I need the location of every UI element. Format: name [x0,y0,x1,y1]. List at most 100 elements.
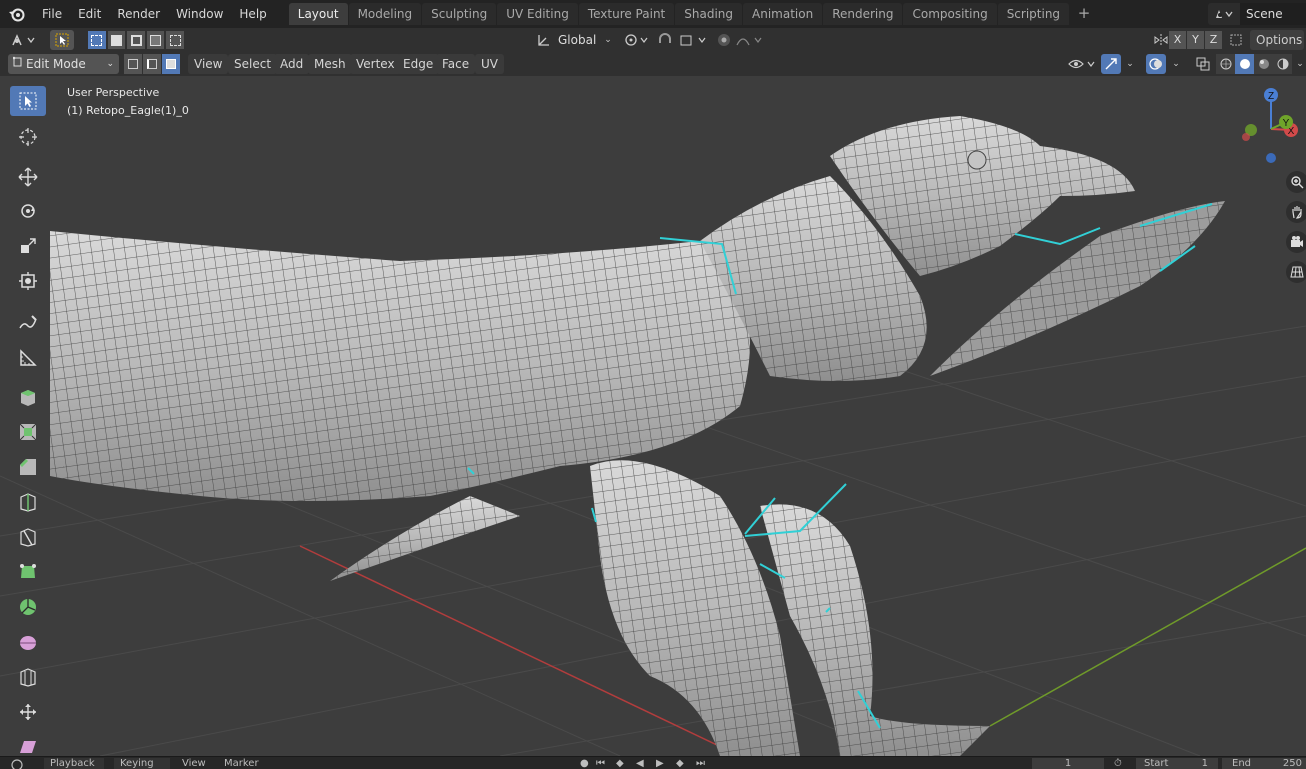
tab-compositing[interactable]: Compositing [903,3,997,25]
tab-shading[interactable]: Shading [675,3,742,25]
current-frame-field[interactable]: 1 [1032,758,1104,769]
shrink-fatten-tool-icon[interactable] [10,697,46,727]
extend-selection-icon[interactable] [107,31,126,49]
mode-dropdown[interactable]: Edit Mode ⌄ [8,54,119,74]
play-icon[interactable]: ▶ [656,758,676,769]
tab-rendering[interactable]: Rendering [823,3,903,25]
mesh-menu[interactable]: Mesh [308,54,352,74]
navigation-gizmo[interactable]: Z X Y [1236,84,1306,164]
zoom-icon[interactable] [1286,171,1306,193]
blender-logo-icon[interactable] [0,0,34,28]
chevron-down-icon[interactable]: ⌄ [1122,54,1138,74]
chevron-down-icon[interactable]: ⌄ [1168,54,1184,74]
chevron-down-icon[interactable]: ⌄ [1294,54,1306,74]
play-reverse-icon[interactable]: ◀ [636,758,656,769]
smooth-tool-icon[interactable] [10,627,46,657]
inset-faces-tool-icon[interactable] [10,417,46,447]
pivot-point-dropdown[interactable] [622,30,652,50]
move-tool-icon[interactable] [10,162,46,192]
add-menu[interactable]: Add [274,54,310,74]
wireframe-shading-icon[interactable] [1216,54,1235,74]
gizmo-toggle-icon[interactable] [1101,54,1121,74]
knife-tool-icon[interactable] [10,522,46,552]
menu-file[interactable]: File [34,3,70,25]
vertex-select-icon[interactable] [124,54,142,74]
keying-menu[interactable]: Keying [114,758,170,769]
rendered-shading-icon[interactable] [1273,54,1292,74]
perspective-grid-icon[interactable] [1286,261,1306,283]
menu-window[interactable]: Window [168,3,231,25]
spin-tool-icon[interactable] [10,592,46,622]
viewport-perspective-label: User Perspective [67,86,160,99]
overlays-toggle-icon[interactable] [1146,54,1166,74]
end-frame-field[interactable]: End 250 [1222,758,1306,769]
next-keyframe-icon[interactable]: ◆ [676,758,696,769]
measure-tool-icon[interactable] [10,343,46,373]
record-icon[interactable]: ● [580,758,596,769]
edge-menu[interactable]: Edge [397,54,440,74]
mirror-y-toggle[interactable]: Y [1187,31,1204,49]
jump-end-icon[interactable]: ⏭ [696,758,716,769]
uv-menu[interactable]: UV [475,54,504,74]
cursor-tool-icon[interactable] [10,122,46,152]
transform-orientation-dropdown[interactable]: Global ⌄ [536,30,616,50]
scene-name-field[interactable]: Scene [1240,3,1306,25]
select-tool-icon[interactable] [50,30,74,50]
visibility-dropdown[interactable] [1066,54,1098,74]
annotate-tool-icon[interactable] [10,308,46,338]
add-cube-tool-icon[interactable] [10,382,46,412]
edge-select-icon[interactable] [143,54,161,74]
tab-texture-paint[interactable]: Texture Paint [578,3,675,25]
camera-icon[interactable] [1286,231,1306,253]
edge-slide-tool-icon[interactable] [10,662,46,692]
pan-hand-icon[interactable] [1286,201,1306,223]
select-menu[interactable]: Select [228,54,278,74]
prev-keyframe-icon[interactable]: ◆ [616,758,636,769]
transform-tool-icon[interactable] [10,266,46,296]
tab-layout[interactable]: Layout [288,3,348,25]
xray-toggle-icon[interactable] [1193,54,1213,74]
marker-menu[interactable]: Marker [222,758,268,769]
start-frame-field[interactable]: Start 1 [1136,758,1218,769]
snapping-controls[interactable] [656,30,710,50]
timeline-editor-icon[interactable] [10,758,30,769]
view-menu-timeline[interactable]: View [180,758,216,769]
tab-modeling[interactable]: Modeling [348,3,422,25]
intersect-selection-icon[interactable] [166,31,184,49]
scene-icon[interactable] [1208,3,1240,25]
mirror-z-toggle[interactable]: Z [1205,31,1222,49]
face-select-icon[interactable] [162,54,180,74]
poly-build-tool-icon[interactable] [10,557,46,587]
menu-help[interactable]: Help [231,3,274,25]
add-workspace-button[interactable]: + [1074,4,1094,24]
clock-icon[interactable]: ⏱ [1114,758,1130,769]
tab-animation[interactable]: Animation [743,3,823,25]
subtract-selection-icon[interactable] [127,31,145,49]
proportional-editing-controls[interactable] [714,30,766,50]
menu-edit[interactable]: Edit [70,3,109,25]
solid-shading-icon[interactable] [1235,54,1254,74]
tab-scripting[interactable]: Scripting [997,3,1070,25]
face-menu[interactable]: Face [436,54,476,74]
auto-merge-icon[interactable] [1226,30,1246,50]
select-box-tool-icon[interactable] [10,86,46,116]
editor-type-icon[interactable] [8,30,40,50]
material-shading-icon[interactable] [1254,54,1273,74]
set-selection-icon[interactable] [88,31,106,49]
options-dropdown[interactable]: Options ⌄ [1250,30,1304,50]
bevel-tool-icon[interactable] [10,452,46,482]
vertex-menu[interactable]: Vertex [350,54,401,74]
menu-render[interactable]: Render [109,3,168,25]
scale-tool-icon[interactable] [10,231,46,261]
workspace-tabs: Layout Modeling Sculpting UV Editing Tex… [288,0,1094,28]
mirror-x-toggle[interactable]: X [1169,31,1186,49]
jump-start-icon[interactable]: ⏮ [596,758,616,769]
rotate-tool-icon[interactable] [10,196,46,226]
3d-viewport[interactable]: User Perspective (1) Retopo_Eagle(1)_0 Z… [0,76,1306,756]
tab-uv-editing[interactable]: UV Editing [497,3,578,25]
tab-sculpting[interactable]: Sculpting [422,3,497,25]
invert-selection-icon[interactable] [146,31,165,49]
playback-menu[interactable]: Playback [44,758,104,769]
loop-cut-tool-icon[interactable] [10,487,46,517]
view-menu[interactable]: View [188,54,229,74]
